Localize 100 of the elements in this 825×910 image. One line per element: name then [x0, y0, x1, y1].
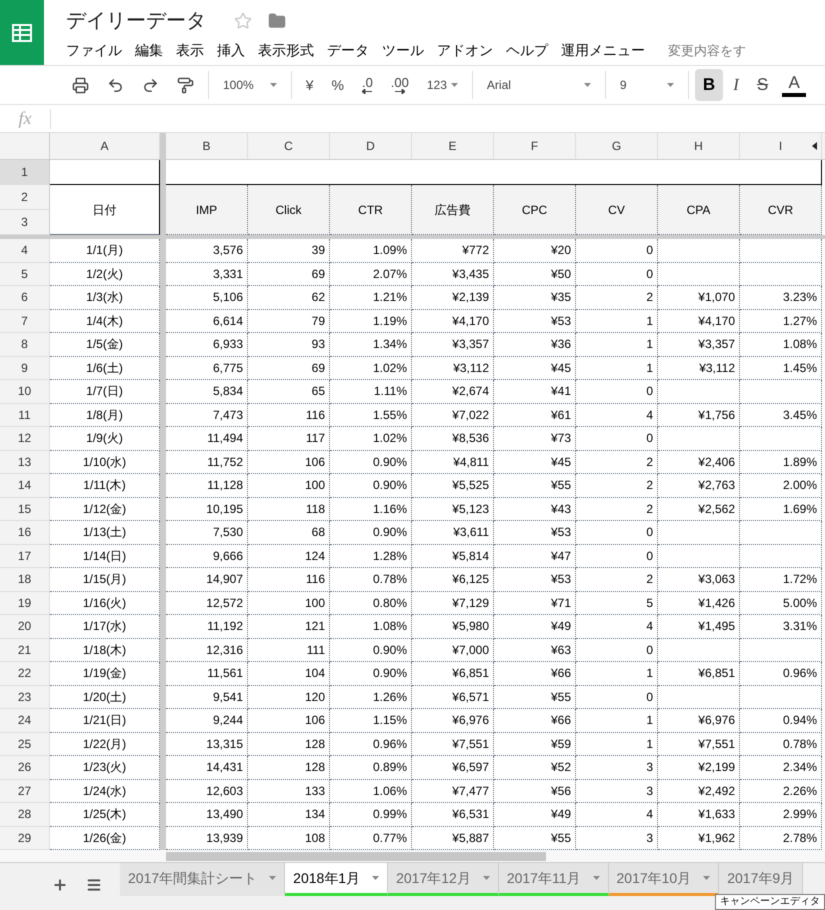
column-header[interactable]: G — [612, 137, 622, 155]
app-logo[interactable] — [0, 0, 44, 65]
table-cell: 1.28% — [330, 544, 412, 568]
row-number[interactable]: 4 — [21, 241, 28, 260]
row-number[interactable]: 5 — [21, 264, 28, 283]
table-cell: ¥5,123 — [412, 498, 494, 521]
table-cell: ¥772 — [412, 239, 494, 262]
table-cell: ¥6,976 — [658, 709, 740, 732]
star-icon[interactable] — [234, 12, 252, 30]
percent-button[interactable]: % — [324, 69, 352, 101]
menu-item[interactable]: ツール — [382, 40, 424, 61]
font-dropdown[interactable]: Arial — [478, 69, 599, 101]
column-header[interactable]: D — [366, 137, 375, 155]
currency-button[interactable]: ¥ — [298, 69, 322, 101]
paint-roller-icon — [177, 76, 194, 94]
table-cell: 11,192 — [166, 615, 248, 638]
column-header[interactable]: F — [530, 137, 538, 155]
table-cell: 134 — [248, 803, 330, 826]
sheet-tab[interactable]: 2017年12月 — [388, 863, 499, 896]
table-cell: 7,473 — [166, 404, 248, 427]
table-cell: 0.96% — [330, 732, 412, 756]
table-cell: 0.89% — [330, 756, 412, 780]
table-cell: 0 — [576, 521, 658, 544]
folder-icon[interactable] — [268, 12, 286, 30]
sheet-tab[interactable]: 2017年9月 — [719, 863, 804, 896]
menu-item[interactable]: ファイル — [66, 40, 122, 61]
freeze-bar[interactable] — [160, 133, 166, 159]
freeze-bar[interactable] — [160, 826, 166, 850]
table-cell: ¥8,536 — [412, 427, 494, 450]
menu-item[interactable]: アドオン — [437, 40, 493, 61]
row-number[interactable]: 1 — [21, 163, 28, 181]
table-cell: 1.06% — [330, 780, 412, 803]
table-cell: 1.09% — [330, 239, 412, 262]
bold-button[interactable]: B — [694, 69, 724, 101]
row-number[interactable]: 8 — [21, 335, 28, 354]
sheet-tab[interactable]: 2017年10月 — [608, 863, 720, 896]
text-color-button[interactable]: A — [778, 69, 810, 101]
table-cell: 0 — [576, 427, 658, 450]
table-cell: 128 — [248, 732, 330, 756]
menu-item[interactable]: 編集 — [135, 40, 163, 61]
menu-item[interactable]: 表示形式 — [258, 40, 314, 61]
header-cell: 日付 — [50, 185, 160, 235]
column-header[interactable]: E — [448, 137, 456, 155]
sheet-tab[interactable]: 2018年1月 — [285, 863, 388, 896]
row-number[interactable]: 2 — [21, 188, 28, 206]
menu-item[interactable]: ヘルプ — [506, 40, 548, 61]
italic-button[interactable]: I — [725, 69, 747, 101]
menu-item[interactable]: 表示 — [176, 40, 204, 61]
table-cell: 62 — [248, 286, 330, 310]
column-header[interactable]: I — [778, 137, 782, 155]
increase-decimal-button[interactable]: .00 — [382, 69, 417, 101]
row-number[interactable]: 9 — [21, 358, 28, 377]
formula-label: fx — [18, 107, 32, 130]
decrease-decimal-button[interactable]: .0 — [354, 69, 381, 101]
column-header[interactable]: A — [100, 137, 108, 155]
scroll-left-icon[interactable] — [812, 142, 817, 150]
table-cell: 2 — [576, 286, 658, 310]
number-format-dropdown[interactable]: 123 — [418, 69, 466, 101]
add-sheet-button[interactable] — [52, 877, 68, 893]
menu-item[interactable]: 挿入 — [217, 40, 245, 61]
table-cell: ¥6,571 — [412, 686, 494, 709]
caret-icon — [270, 83, 277, 87]
column-header[interactable]: H — [694, 137, 703, 155]
table-cell: 106 — [248, 709, 330, 732]
column-header[interactable]: B — [202, 137, 210, 155]
row-number[interactable]: 3 — [21, 213, 28, 231]
font-size-dropdown[interactable]: 9 — [612, 69, 682, 101]
table-cell: ¥7,129 — [412, 592, 494, 615]
column-header[interactable]: C — [284, 137, 293, 155]
document-title[interactable]: デイリーデータ — [66, 6, 206, 36]
table-cell: ¥6,976 — [412, 709, 494, 732]
menu-item[interactable]: データ — [327, 40, 369, 61]
table-cell: 69 — [248, 356, 330, 380]
table-cell: ¥6,531 — [412, 803, 494, 826]
table-cell: 11,128 — [166, 474, 248, 498]
table-cell: 0.90% — [330, 474, 412, 498]
table-cell: ¥2,199 — [658, 756, 740, 780]
table-cell: 2 — [576, 568, 658, 592]
table-cell: 1.55% — [330, 404, 412, 427]
all-sheets-button[interactable] — [86, 877, 102, 893]
strikethrough-button[interactable]: S — [748, 69, 776, 101]
table-cell: 2 — [576, 474, 658, 498]
table-cell: 116 — [248, 568, 330, 592]
freeze-bar[interactable] — [0, 235, 825, 239]
zoom-dropdown[interactable]: 100% — [215, 69, 285, 101]
sheet-tab[interactable]: 2017年11月 — [498, 863, 608, 896]
table-cell: 9,541 — [166, 686, 248, 709]
caret-icon — [584, 83, 591, 87]
row-number[interactable]: 6 — [21, 288, 28, 306]
caret-icon — [450, 83, 458, 87]
horizontal-scrollbar[interactable] — [166, 852, 546, 860]
left-arrow-icon — [362, 89, 372, 94]
table-cell: ¥5,980 — [412, 615, 494, 638]
table-cell: ¥35 — [494, 286, 576, 310]
menu-item[interactable]: 運用メニュー — [561, 40, 645, 61]
tooltip: キャンペーンエディタ — [715, 894, 825, 910]
table-cell: 106 — [248, 450, 330, 474]
sheet-tab[interactable]: 2017年間集計シート — [120, 863, 286, 896]
row-number[interactable]: 7 — [21, 312, 28, 330]
table-cell: ¥66 — [494, 709, 576, 732]
